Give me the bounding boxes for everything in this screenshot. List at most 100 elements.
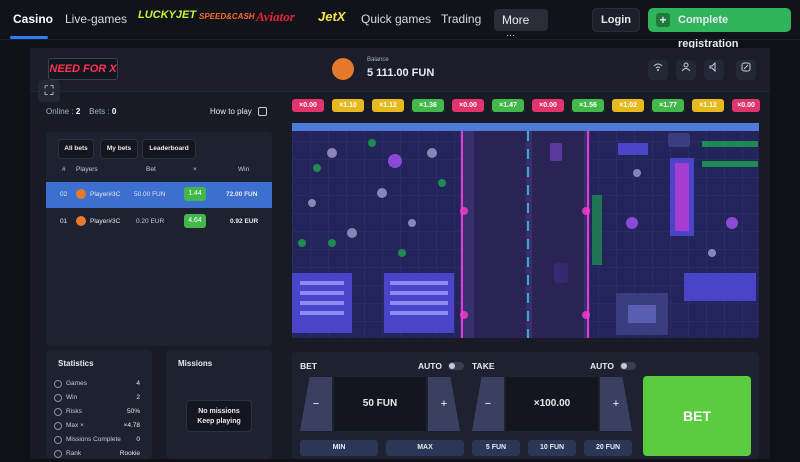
statistics-panel: Statistics Games 4 Win 2 Risks 50% Max × ×4.… bbox=[46, 350, 152, 459]
history-chip: ×0.00 bbox=[292, 99, 324, 112]
take-plus-button[interactable]: + bbox=[600, 377, 632, 431]
row-mult: 1.44 bbox=[184, 187, 206, 201]
row-player: Player#3C bbox=[90, 191, 121, 198]
missions-panel: Missions No missions Keep playing bbox=[166, 350, 272, 459]
gauge-icon bbox=[54, 422, 62, 430]
row-rank: 02 bbox=[60, 191, 68, 198]
take-label: TAKE bbox=[472, 361, 495, 371]
row-bet: 50.00 FUN bbox=[134, 191, 166, 198]
stat-label: Risks bbox=[66, 408, 82, 415]
max-bet-button[interactable]: MAX bbox=[386, 440, 464, 456]
history-chip: ×1.56 bbox=[572, 99, 604, 112]
game-header: NEED FOR X Balance 5 111.00 FUN bbox=[30, 48, 770, 92]
nav-live-games[interactable]: Live-games bbox=[65, 12, 127, 26]
nav-aviator[interactable]: Aviator bbox=[256, 9, 295, 25]
trophy-icon bbox=[54, 394, 62, 402]
table-row[interactable]: 01 Player#3C 0.20 EUR 4.64 0.92 EUR bbox=[46, 209, 272, 235]
more-label: More bbox=[502, 13, 530, 27]
history-chip: ×1.12 bbox=[372, 99, 404, 112]
col-mult: × bbox=[193, 166, 197, 173]
registration-label: Complete registration bbox=[678, 14, 739, 50]
user-icon[interactable] bbox=[676, 60, 696, 80]
stat-value: Rookie bbox=[119, 450, 140, 457]
statistics-title: Statistics bbox=[58, 359, 94, 368]
more-button[interactable]: More ··· bbox=[494, 9, 548, 40]
lightning-icon bbox=[54, 408, 62, 416]
stat-value: 0 bbox=[136, 436, 140, 443]
stat-label: Max × bbox=[66, 422, 84, 429]
take-20-fun-button[interactable]: 20 FUN bbox=[584, 440, 632, 456]
settings-icon[interactable] bbox=[736, 60, 756, 80]
table-row[interactable]: 02 Player#3C 50.00 FUN 1.44 72.00 FUN bbox=[46, 182, 272, 208]
auto-bet-label: AUTO bbox=[418, 361, 442, 371]
nav-lucky-jet[interactable]: LUCKYJET bbox=[138, 9, 196, 21]
no-missions-box: No missions Keep playing bbox=[186, 400, 252, 432]
ellipsis-icon: ··· bbox=[506, 30, 515, 40]
take-amount-input[interactable]: ×100.00 bbox=[506, 377, 598, 431]
stat-label: Missions Complete bbox=[66, 436, 121, 443]
take-minus-button[interactable]: − bbox=[472, 377, 504, 431]
keep-playing-text: Keep playing bbox=[197, 418, 241, 425]
history-chip: ×1.10 bbox=[332, 99, 364, 112]
row-win: 72.00 FUN bbox=[226, 191, 258, 198]
login-button[interactable]: Login bbox=[592, 8, 640, 32]
history-chip: ×1.47 bbox=[492, 99, 524, 112]
history-chip: ×0.00 bbox=[452, 99, 484, 112]
stat-row: Games 4 bbox=[54, 380, 140, 392]
tab-all-bets[interactable]: All bets bbox=[58, 139, 94, 159]
fullscreen-icon[interactable]: ⛶ bbox=[38, 80, 60, 102]
wifi-icon[interactable] bbox=[648, 60, 668, 80]
stat-value: 50% bbox=[126, 408, 140, 415]
place-bet-button[interactable]: BET bbox=[643, 376, 751, 456]
nav-jetx[interactable]: JetX bbox=[318, 9, 345, 24]
info-icon bbox=[258, 107, 268, 117]
history-chip: ×1.36 bbox=[412, 99, 444, 112]
tab-my-bets[interactable]: My bets bbox=[100, 139, 138, 159]
row-mult: 4.64 bbox=[184, 214, 206, 228]
nav-trading[interactable]: Trading bbox=[441, 12, 481, 26]
stat-label: Rank bbox=[66, 450, 82, 457]
top-navigation: Casino Live-games LUCKYJET SPEED&CASH Av… bbox=[0, 0, 800, 50]
auto-take-label: AUTO bbox=[590, 361, 614, 371]
how-to-play-link[interactable]: How to play bbox=[210, 107, 268, 117]
nav-casino[interactable]: Casino bbox=[13, 12, 53, 26]
col-players: Players bbox=[76, 166, 98, 173]
complete-registration-button[interactable]: + Complete registration bbox=[648, 8, 791, 50]
auto-take-toggle[interactable] bbox=[620, 362, 636, 370]
take-5-fun-button[interactable]: 5 FUN bbox=[472, 440, 520, 456]
tab-leaderboard[interactable]: Leaderboard bbox=[142, 139, 196, 159]
nav-quick-games[interactable]: Quick games bbox=[361, 12, 431, 26]
history-chip: ×1.02 bbox=[612, 99, 644, 112]
games-icon bbox=[54, 380, 62, 388]
min-bet-button[interactable]: MIN bbox=[300, 440, 378, 456]
balance-label: Balance bbox=[367, 57, 389, 63]
stat-row: Win 2 bbox=[54, 394, 140, 406]
game-field bbox=[292, 123, 759, 338]
auto-bet-toggle[interactable] bbox=[448, 362, 464, 370]
check-icon bbox=[54, 436, 62, 444]
stat-row: Rank Rookie bbox=[54, 450, 140, 462]
row-win: 0.92 EUR bbox=[230, 218, 259, 225]
game-container: NEED FOR X Balance 5 111.00 FUN ⛶ Online… bbox=[30, 48, 770, 459]
bet-minus-button[interactable]: − bbox=[300, 377, 332, 431]
how-to-play-label: How to play bbox=[210, 107, 252, 116]
history-chip: ×1.12 bbox=[692, 99, 724, 112]
bet-label: BET bbox=[300, 361, 317, 371]
missions-title: Missions bbox=[178, 359, 213, 368]
player-avatar-icon bbox=[76, 216, 86, 226]
stat-row: Max × ×4.78 bbox=[54, 422, 140, 434]
col-win: Win bbox=[238, 166, 250, 173]
stat-value: ×4.78 bbox=[123, 422, 140, 429]
city-map-canvas bbox=[292, 123, 759, 338]
history-chip: ×0.00 bbox=[532, 99, 564, 112]
take-10-fun-button[interactable]: 10 FUN bbox=[528, 440, 576, 456]
stat-value: 4 bbox=[136, 380, 140, 387]
nav-speed-and-cash[interactable]: SPEED&CASH bbox=[199, 12, 255, 21]
bet-plus-button[interactable]: + bbox=[428, 377, 460, 431]
bet-amount-input[interactable]: 50 FUN bbox=[334, 377, 426, 431]
game-logo: NEED FOR X bbox=[48, 58, 118, 80]
stat-value: 2 bbox=[136, 394, 140, 401]
sound-icon[interactable] bbox=[704, 60, 724, 80]
no-missions-text: No missions bbox=[198, 408, 240, 415]
row-player: Player#3C bbox=[90, 218, 121, 225]
